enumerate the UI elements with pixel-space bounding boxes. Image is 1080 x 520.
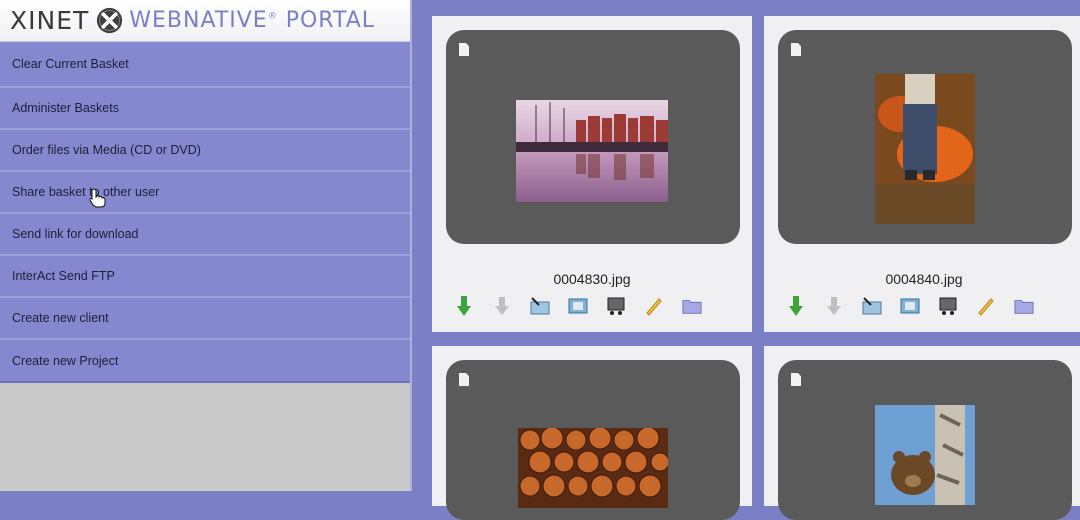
action-toolbar [454,296,702,316]
preview-icon[interactable] [568,296,588,316]
document-icon [459,373,469,386]
hand-cursor-icon [89,188,106,208]
folder-move-icon[interactable] [530,296,550,316]
logo-brand: XINET [10,6,90,35]
asset-thumbnail[interactable] [446,360,740,520]
menu-create-client[interactable]: Create new client [0,298,410,340]
cart-icon[interactable] [938,296,958,316]
asset-card[interactable]: 0004830.jpg [432,16,752,332]
pumpkin-photo [875,74,975,224]
folder-icon[interactable] [1014,296,1034,316]
asset-card[interactable] [764,346,1080,520]
menu-clear-basket[interactable]: Clear Current Basket [0,42,410,88]
menu-send-link[interactable]: Send link for download [0,214,410,256]
harbor-photo [516,100,668,202]
download-gray-icon[interactable] [824,296,844,316]
menu-interact-ftp[interactable]: InterAct Send FTP [0,256,410,298]
edit-pencil-icon[interactable] [644,296,664,316]
action-toolbar [786,296,1034,316]
logo: XINET WEBNATIVE® PORTAL [0,0,410,42]
menu-share-basket[interactable]: Share basket to other user [0,172,410,214]
document-icon [791,43,801,56]
menu-order-media[interactable]: Order files via Media (CD or DVD) [0,130,410,172]
file-name[interactable]: 0004830.jpg [432,271,752,287]
download-arrow-icon[interactable] [454,296,474,316]
cart-icon[interactable] [606,296,626,316]
asset-grid: 0004830.jpg 0004840.jpg [416,0,1080,520]
document-icon [791,373,801,386]
menu-administer-baskets[interactable]: Administer Baskets [0,88,410,130]
asset-card[interactable]: 0004840.jpg [764,16,1080,332]
file-name[interactable]: 0004840.jpg [764,271,1080,287]
asset-thumbnail[interactable] [778,360,1072,520]
menu-create-project[interactable]: Create new Project [0,340,410,383]
xinet-logo-icon [97,7,123,34]
download-arrow-icon[interactable] [786,296,806,316]
bear-photo [875,405,975,505]
logs-photo [518,428,668,508]
download-gray-icon[interactable] [492,296,512,316]
edit-pencil-icon[interactable] [976,296,996,316]
preview-icon[interactable] [900,296,920,316]
sidebar: XINET WEBNATIVE® PORTAL Clear Current Ba… [0,0,412,491]
folder-icon[interactable] [682,296,702,316]
folder-move-icon[interactable] [862,296,882,316]
asset-thumbnail[interactable] [446,30,740,244]
basket-menu: Clear Current Basket Administer Baskets … [0,42,410,383]
logo-product: WEBNATIVE® PORTAL [129,8,376,33]
asset-thumbnail[interactable] [778,30,1072,244]
asset-card[interactable] [432,346,752,520]
document-icon [459,43,469,56]
